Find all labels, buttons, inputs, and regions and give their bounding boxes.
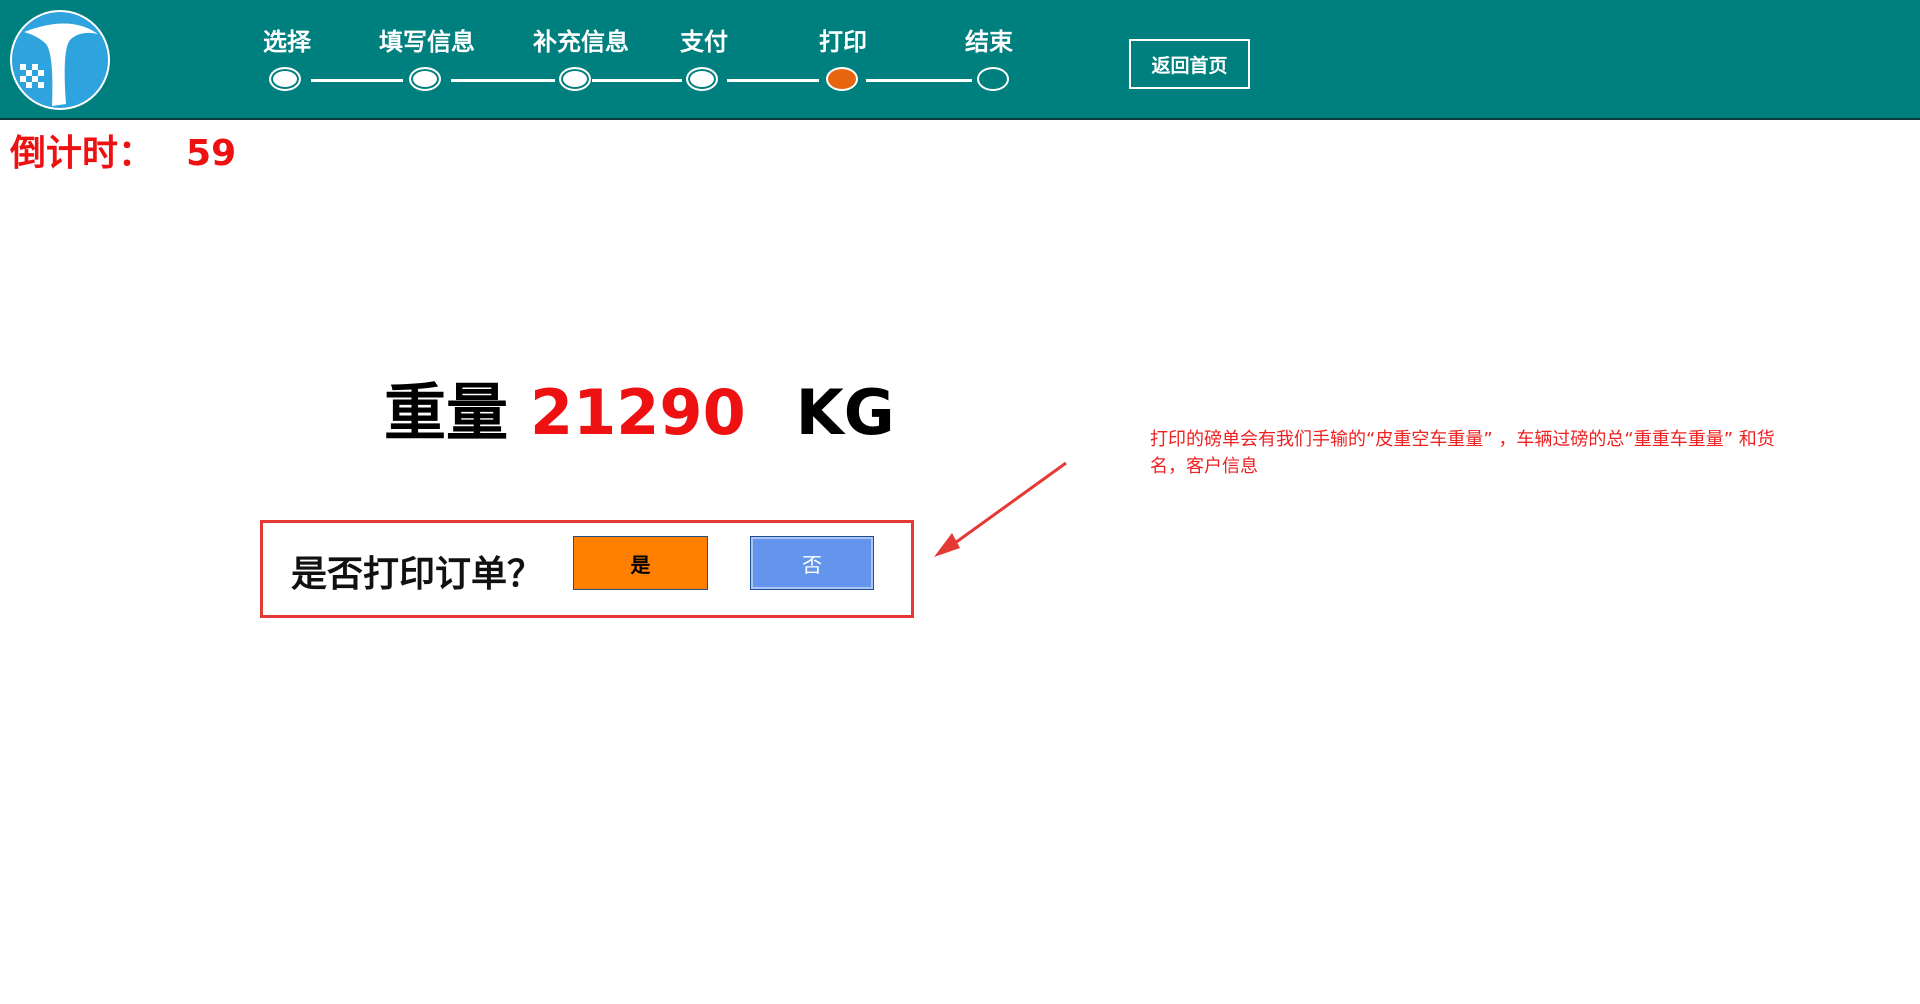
weight-label: 重量 xyxy=(384,376,509,449)
road-logo-icon xyxy=(10,10,110,110)
top-header: 选择 填写信息 补充信息 支付 打印 结束 返回首页 xyxy=(0,0,1920,120)
step-node-extra-info xyxy=(559,67,591,91)
countdown-value: 59 xyxy=(186,133,237,174)
weight-unit: KG xyxy=(795,376,895,449)
annotation-note: 打印的磅单会有我们手输的“皮重空车重量” ，车辆过磅的总“重重车重量” 和货名，… xyxy=(1150,429,1775,477)
step-label-fill-info: 填写信息 xyxy=(379,28,475,56)
step-node-select xyxy=(269,67,301,91)
weight-display: 重量 21290 KG xyxy=(384,362,895,452)
step-node-finish xyxy=(977,67,1009,91)
back-to-home-button[interactable]: 返回首页 xyxy=(1129,39,1250,89)
print-confirm-question: 是否打印订单？ xyxy=(291,554,544,595)
step-node-print-current xyxy=(826,67,858,91)
step-connector xyxy=(451,79,555,82)
step-label-pay: 支付 xyxy=(680,28,728,56)
step-label-print: 打印 xyxy=(819,28,867,56)
step-label-select: 选择 xyxy=(263,28,311,56)
step-node-pay xyxy=(686,67,718,91)
step-connector xyxy=(311,79,403,82)
print-confirm-box: 是否打印订单？ 是 否 xyxy=(260,520,914,618)
step-node-fill-info xyxy=(409,67,441,91)
annotation-arrow-icon xyxy=(934,461,1067,557)
countdown-label: 倒计时： xyxy=(10,133,155,174)
step-connector xyxy=(866,79,972,82)
step-label-extra-info: 补充信息 xyxy=(533,28,629,56)
weight-value: 21290 xyxy=(530,376,746,449)
step-label-finish: 结束 xyxy=(965,28,1013,56)
print-no-button[interactable]: 否 xyxy=(750,536,874,590)
step-connector xyxy=(727,79,819,82)
step-connector xyxy=(592,79,682,82)
print-yes-button[interactable]: 是 xyxy=(573,536,708,590)
countdown-timer: 倒计时： 59 xyxy=(10,124,236,176)
